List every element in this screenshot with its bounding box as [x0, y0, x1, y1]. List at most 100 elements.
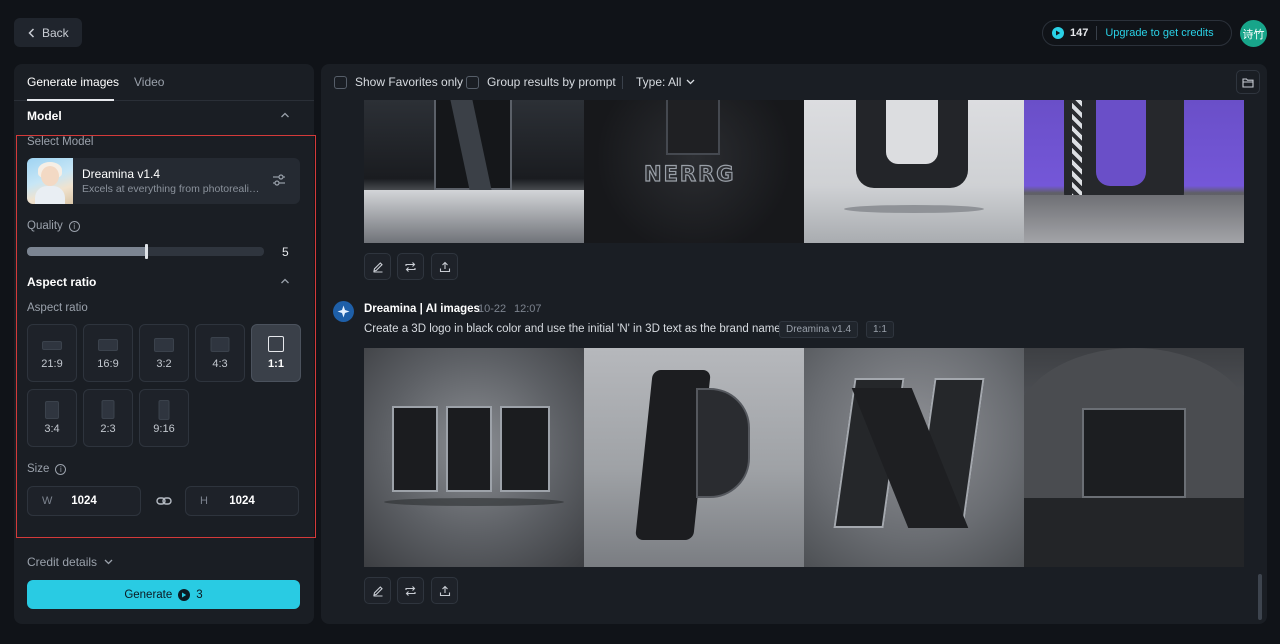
- export-button[interactable]: [431, 253, 458, 280]
- ratio-label: 3:4: [44, 423, 60, 435]
- ratio-label: 16:9: [97, 358, 119, 370]
- credit-details-toggle[interactable]: Credit details: [27, 555, 113, 569]
- previous-image-row: NERRG: [364, 100, 1244, 243]
- results-panel: Show Favorites only Group results by pro…: [321, 64, 1267, 624]
- chevron-left-icon: [28, 27, 35, 38]
- tab-video[interactable]: Video: [134, 75, 164, 89]
- filter-bar: Show Favorites only Group results by pro…: [321, 64, 1267, 100]
- ratio-shape: [98, 339, 118, 351]
- ratio-shape: [268, 336, 284, 352]
- collapse-aspect-icon[interactable]: [280, 276, 290, 286]
- folder-icon: [1242, 77, 1254, 88]
- repeat-icon: [405, 585, 416, 596]
- ratio-3-2-button[interactable]: 3:2: [139, 324, 189, 382]
- ratio-shape: [154, 338, 174, 352]
- collapse-model-icon[interactable]: [280, 110, 290, 120]
- quality-slider-fill: [27, 247, 146, 256]
- size-label-text: Size: [27, 463, 50, 475]
- export-button[interactable]: [431, 577, 458, 604]
- edit-button[interactable]: [364, 253, 391, 280]
- upgrade-link[interactable]: Upgrade to get credits: [1105, 27, 1213, 39]
- tab-generate-images[interactable]: Generate images: [27, 75, 119, 89]
- generate-cost: 3: [196, 588, 203, 601]
- ratio-21-9-button[interactable]: 21:9: [27, 324, 77, 382]
- generated-image[interactable]: [364, 100, 584, 243]
- result-time: 12:07: [514, 303, 542, 315]
- upload-icon: [439, 261, 450, 272]
- link-icon[interactable]: [156, 494, 172, 508]
- pencil-icon: [372, 261, 383, 272]
- ratio-shape: [158, 400, 170, 420]
- width-field[interactable]: W 1024: [27, 486, 141, 516]
- ratio-4-3-button[interactable]: 4:3: [195, 324, 245, 382]
- model-tag: Dreamina v1.4: [779, 321, 859, 338]
- quality-slider[interactable]: [27, 244, 264, 259]
- generated-image[interactable]: [1024, 100, 1244, 243]
- info-icon[interactable]: i: [68, 220, 80, 232]
- quality-slider-handle[interactable]: [145, 244, 148, 259]
- result-image-row: [364, 348, 1244, 567]
- credits-pill[interactable]: 147 Upgrade to get credits: [1042, 20, 1232, 46]
- nerrg-text: NERRG: [643, 161, 736, 186]
- show-favorites-checkbox[interactable]: Show Favorites only: [334, 75, 463, 89]
- generated-image[interactable]: [804, 100, 1024, 243]
- dreamina-logo-icon: [333, 301, 354, 322]
- active-tab-indicator: [27, 99, 114, 101]
- edit-button[interactable]: [364, 577, 391, 604]
- checkbox-box: [334, 75, 347, 89]
- result-date: 10-22: [478, 303, 507, 315]
- type-label: Type: All: [636, 75, 682, 89]
- ratio-shape: [45, 401, 59, 419]
- tab-bar: Generate images Video: [14, 64, 314, 101]
- ratio-label: 3:2: [156, 358, 172, 370]
- settings-sliders-icon[interactable]: [272, 173, 286, 187]
- avatar[interactable]: 诗竹: [1240, 20, 1267, 47]
- generated-image[interactable]: NERRG: [584, 100, 804, 243]
- chevron-down-icon: [104, 559, 113, 565]
- result-prompt: Create a 3D logo in black color and use …: [364, 323, 781, 335]
- regenerate-button[interactable]: [397, 577, 424, 604]
- model-selector[interactable]: Dreamina v1.4 Excels at everything from …: [27, 158, 300, 204]
- select-model-label: Select Model: [27, 136, 94, 148]
- ratio-3-4-button[interactable]: 3:4: [27, 389, 77, 447]
- ratio-label: 2:3: [100, 423, 116, 435]
- ratio-9-16-button[interactable]: 9:16: [139, 389, 189, 447]
- folder-button[interactable]: [1236, 70, 1260, 94]
- ratio-label: 4:3: [212, 358, 228, 370]
- info-icon[interactable]: i: [55, 463, 67, 475]
- quality-label: Quality i: [27, 220, 80, 232]
- credit-coin-icon: [178, 588, 191, 601]
- pencil-icon: [372, 585, 383, 596]
- divider: [622, 76, 623, 89]
- divider: [1096, 26, 1098, 40]
- generated-image[interactable]: [364, 348, 584, 567]
- show-favorites-label: Show Favorites only: [355, 75, 464, 89]
- group-results-label: Group results by prompt: [487, 75, 616, 89]
- regenerate-button[interactable]: [397, 253, 424, 280]
- quality-label-text: Quality: [27, 220, 63, 232]
- generated-image[interactable]: [584, 348, 804, 567]
- aspect-section-title: Aspect ratio: [27, 275, 97, 289]
- ratio-2-3-button[interactable]: 2:3: [83, 389, 133, 447]
- back-button[interactable]: Back: [14, 18, 82, 47]
- ratio-shape: [101, 400, 115, 419]
- model-name: Dreamina v1.4: [82, 167, 161, 181]
- height-field[interactable]: H 1024: [185, 486, 299, 516]
- ratio-label: 21:9: [41, 358, 63, 370]
- checkbox-box: [466, 75, 479, 89]
- generated-image[interactable]: [804, 348, 1024, 567]
- group-results-checkbox[interactable]: Group results by prompt: [466, 75, 616, 89]
- ratio-shape: [42, 341, 62, 350]
- ratio-16-9-button[interactable]: 16:9: [83, 324, 133, 382]
- generate-button[interactable]: Generate 3: [27, 580, 300, 609]
- type-dropdown[interactable]: Type: All: [636, 75, 695, 89]
- generated-image[interactable]: [1024, 348, 1244, 567]
- ratio-1-1-button[interactable]: 1:1: [251, 324, 301, 382]
- width-value: 1024: [71, 495, 97, 507]
- scrollbar[interactable]: [1258, 574, 1262, 620]
- ratio-tag: 1:1: [866, 321, 894, 338]
- height-value: 1024: [229, 495, 255, 507]
- upload-icon: [439, 585, 450, 596]
- back-label: Back: [42, 25, 69, 40]
- result-meta: [333, 301, 354, 322]
